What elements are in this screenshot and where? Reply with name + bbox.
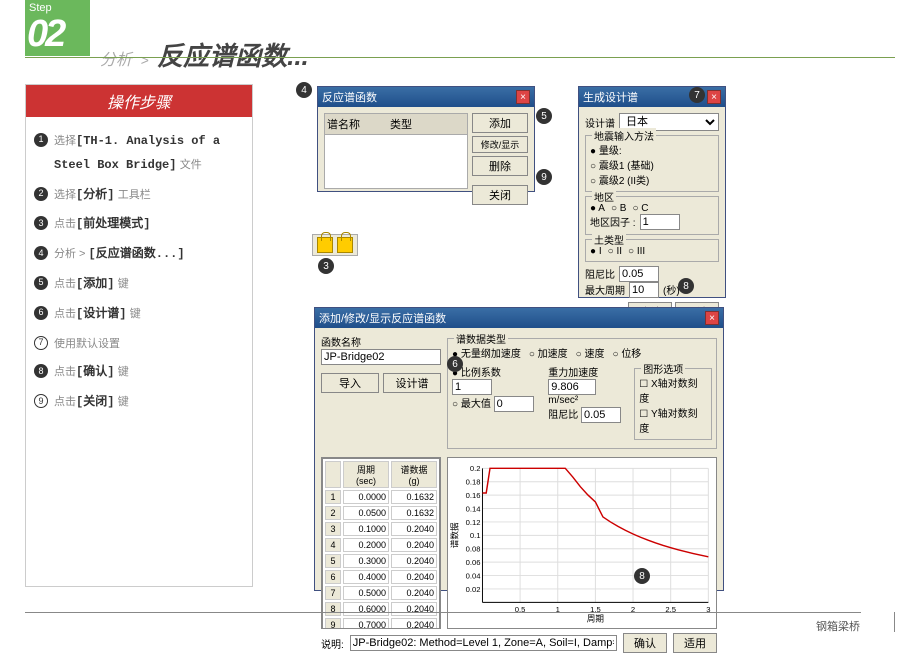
gen-opt-s2[interactable]: ○ 震级2 (II类) xyxy=(590,176,649,187)
breadcrumb-sep: > xyxy=(140,52,148,68)
close-icon[interactable]: × xyxy=(705,311,719,325)
lock-closed-icon[interactable] xyxy=(337,237,353,253)
rsf-col-type: 类型 xyxy=(390,116,412,132)
addmod-opt-acc[interactable]: ○ 加速度 xyxy=(529,345,568,360)
steps-panel: 操作步骤 1选择[TH-1. Analysis of a Steel Box B… xyxy=(25,84,253,587)
svg-text:0.08: 0.08 xyxy=(466,545,481,554)
breadcrumb: 分析 > 反应谱函数... xyxy=(100,36,309,73)
svg-text:周期: 周期 xyxy=(587,613,604,623)
rsf-add-button[interactable]: 添加 xyxy=(472,113,528,133)
svg-text:0.12: 0.12 xyxy=(466,518,481,527)
addmod-max-label[interactable]: ○ 最大值 xyxy=(452,399,491,410)
step-badge: Step 02 xyxy=(25,0,90,56)
dlg-rs-functions: 反应谱函数 × 谱名称 类型 添加 修改/显示 删除 关闭 xyxy=(317,86,535,192)
addmod-damp2-label: 阻尼比 xyxy=(548,410,578,421)
gen-zone-a[interactable]: ● A xyxy=(590,203,605,214)
toolbar-preprocess[interactable] xyxy=(312,234,358,256)
dlg-gen-title: 生成设计谱 xyxy=(583,89,638,105)
step-number: 02 xyxy=(25,16,90,52)
addmod-grp-sdt: 谱数据类型 xyxy=(454,331,508,346)
rsf-col-name: 谱名称 xyxy=(327,116,360,132)
addmod-ok-button[interactable]: 确认 xyxy=(623,633,667,653)
addmod-scale-input[interactable] xyxy=(452,379,492,395)
top-rule xyxy=(25,57,895,58)
gen-grp-input: 地震输入方法 xyxy=(592,128,656,143)
addmod-import-button[interactable]: 导入 xyxy=(321,373,379,393)
gen-damp-label: 阻尼比 xyxy=(585,266,615,282)
addmod-grav-unit: m/sec² xyxy=(548,395,578,406)
svg-text:0.16: 0.16 xyxy=(466,491,481,500)
svg-text:0.04: 0.04 xyxy=(466,571,482,580)
rsf-close-button[interactable]: 关闭 xyxy=(472,185,528,205)
addmod-design-button[interactable]: 设计谱 xyxy=(383,373,441,393)
addmod-apply-button[interactable]: 适用 xyxy=(673,633,717,653)
gen-opt-level[interactable]: ● 量级: xyxy=(590,146,622,157)
addmod-status-input[interactable] xyxy=(350,635,617,651)
svg-text:0.14: 0.14 xyxy=(466,504,482,513)
marker-4: 4 xyxy=(296,82,312,98)
dlg-addmod: 添加/修改/显示反应谱函数 × 函数名称 导入 设计谱 谱数据类型 ● 无量纲加… xyxy=(314,307,724,591)
dlg-gen-spectrum: 生成设计谱 × 设计谱 日本 地震输入方法 ● 量级: ○ 震级1 (基础) ○… xyxy=(578,86,726,298)
marker-9: 9 xyxy=(536,169,552,185)
bottom-rule xyxy=(25,612,861,613)
addmod-grav-input[interactable] xyxy=(548,379,596,395)
marker-3: 3 xyxy=(318,258,334,274)
marker-8a: 8 xyxy=(678,278,694,294)
gen-maxper-label: 最大周期 xyxy=(585,282,625,298)
addmod-damp2-input[interactable] xyxy=(581,407,621,423)
addmod-opt-nag[interactable]: ● 无量纲加速度 xyxy=(452,345,521,360)
footer-bar xyxy=(894,612,895,632)
addmod-data-table[interactable]: 周期 (sec)谱数据 (g) 10.00000.163220.05000.16… xyxy=(322,458,440,629)
gen-damp-input[interactable] xyxy=(619,266,659,282)
svg-text:0.2: 0.2 xyxy=(470,464,481,473)
gen-grp-zone: 地区 xyxy=(592,189,616,204)
breadcrumb-part2: 反应谱函数... xyxy=(157,41,309,71)
svg-text:0.06: 0.06 xyxy=(466,558,481,567)
addmod-funcname-input[interactable] xyxy=(321,349,441,365)
steps-panel-title: 操作步骤 xyxy=(26,85,252,117)
rsf-listbox[interactable] xyxy=(324,135,468,189)
footer-text: 钢箱梁桥 xyxy=(816,618,860,634)
gen-grp-soil: 土类型 xyxy=(592,232,626,247)
rsf-delete-button[interactable]: 删除 xyxy=(472,156,528,176)
svg-text:0.1: 0.1 xyxy=(470,531,481,540)
dlg-addmod-title: 添加/修改/显示反应谱函数 xyxy=(319,310,446,326)
addmod-ylog[interactable]: ☐ Y轴对数刻度 xyxy=(639,409,697,435)
steps-list: 1选择[TH-1. Analysis of a Steel Box Bridge… xyxy=(26,117,252,428)
gen-soil-2[interactable]: ○ II xyxy=(608,246,622,257)
addmod-opt-vel[interactable]: ○ 速度 xyxy=(576,345,605,360)
dlg-rsf-titlebar: 反应谱函数 × xyxy=(318,87,534,107)
close-icon[interactable]: × xyxy=(516,90,530,104)
breadcrumb-part1: 分析 xyxy=(100,52,132,69)
gen-soil-3[interactable]: ○ III xyxy=(628,246,645,257)
marker-5: 5 xyxy=(536,108,552,124)
gen-soil-1[interactable]: ● I xyxy=(590,246,602,257)
gen-zonefactor-label: 地区因子 : xyxy=(590,214,636,230)
addmod-chart: 0.511.522.530.020.040.060.080.10.120.140… xyxy=(447,457,717,629)
addmod-grav-label: 重力加速度 xyxy=(548,368,598,379)
addmod-max-input[interactable] xyxy=(494,396,534,412)
marker-8b: 8 xyxy=(634,568,650,584)
addmod-opt-disp[interactable]: ○ 位移 xyxy=(612,345,641,360)
addmod-funcname-label: 函数名称 xyxy=(321,334,441,349)
dlg-rsf-title: 反应谱函数 xyxy=(322,89,377,105)
gen-zonefactor-input[interactable] xyxy=(640,214,680,230)
gen-maxper-input[interactable] xyxy=(629,282,659,298)
svg-text:0.18: 0.18 xyxy=(466,478,481,487)
gen-zone-c[interactable]: ○ C xyxy=(632,203,648,214)
lock-open-icon[interactable] xyxy=(317,237,333,253)
addmod-status-label: 说明: xyxy=(321,636,344,651)
gen-zone-b[interactable]: ○ B xyxy=(611,203,627,214)
close-icon[interactable]: × xyxy=(707,90,721,104)
marker-7: 7 xyxy=(689,87,705,103)
dlg-addmod-titlebar: 添加/修改/显示反应谱函数 × xyxy=(315,308,723,328)
rsf-modify-button[interactable]: 修改/显示 xyxy=(472,136,528,153)
addmod-grp-plot: 图形选项 xyxy=(641,361,685,376)
gen-opt-s1[interactable]: ○ 震级1 (基础) xyxy=(590,161,654,172)
marker-6: 6 xyxy=(447,356,463,372)
svg-text:谱数据: 谱数据 xyxy=(449,522,460,548)
addmod-xlog[interactable]: ☐ X轴对数刻度 xyxy=(639,379,697,405)
svg-text:0.02: 0.02 xyxy=(466,585,481,594)
